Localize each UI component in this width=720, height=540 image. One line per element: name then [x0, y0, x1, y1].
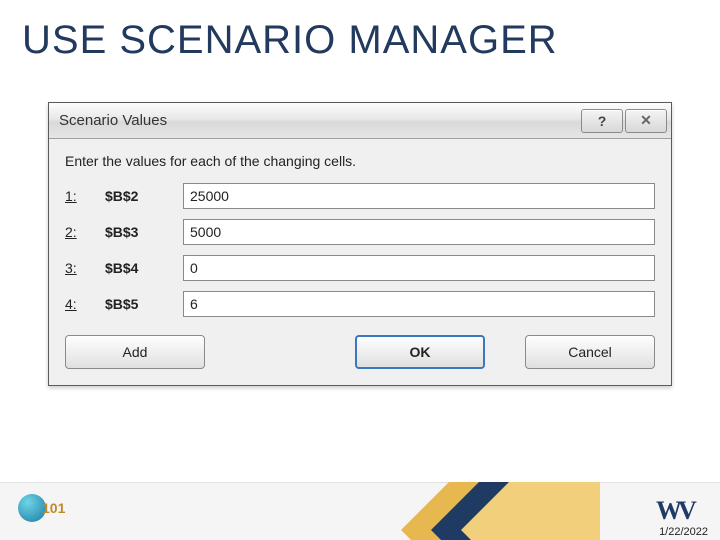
cell-reference: $B$5 — [105, 296, 183, 312]
row-index-label: 1: — [65, 188, 105, 204]
footer-chevron-graphic — [300, 482, 600, 540]
add-button[interactable]: Add — [65, 335, 205, 369]
cell-value-input[interactable] — [183, 291, 655, 317]
scenario-row: 4: $B$5 — [65, 291, 655, 317]
cell-reference: $B$4 — [105, 260, 183, 276]
wv-logo: WV — [656, 496, 696, 526]
dialog-body: Enter the values for each of the changin… — [49, 139, 671, 385]
row-index-label: 3: — [65, 260, 105, 276]
course-number: 101 — [42, 500, 65, 516]
ok-button[interactable]: OK — [355, 335, 485, 369]
scenario-row: 3: $B$4 — [65, 255, 655, 281]
close-icon: ✕ — [640, 112, 652, 129]
cell-value-input[interactable] — [183, 219, 655, 245]
cell-reference: $B$3 — [105, 224, 183, 240]
slide-footer: 101 WV 1/22/2022 — [0, 482, 720, 540]
cell-value-input[interactable] — [183, 255, 655, 281]
slide-date: 1/22/2022 — [659, 526, 708, 538]
dialog-button-row: Add OK Cancel — [65, 335, 655, 369]
course-logo: 101 — [18, 494, 66, 530]
cell-value-input[interactable] — [183, 183, 655, 209]
cancel-button[interactable]: Cancel — [525, 335, 655, 369]
help-icon: ? — [598, 113, 607, 129]
help-button[interactable]: ? — [581, 109, 623, 133]
scenario-values-dialog: Scenario Values ? ✕ Enter the values for… — [48, 102, 672, 386]
scenario-row: 1: $B$2 — [65, 183, 655, 209]
slide-title: USE SCENARIO MANAGER — [22, 18, 558, 63]
wv-glyph: WV — [656, 496, 693, 525]
dialog-instruction: Enter the values for each of the changin… — [65, 153, 655, 169]
cell-reference: $B$2 — [105, 188, 183, 204]
row-index-label: 2: — [65, 224, 105, 240]
close-button[interactable]: ✕ — [625, 109, 667, 133]
dialog-titlebar: Scenario Values ? ✕ — [49, 103, 671, 139]
dialog-title: Scenario Values — [59, 112, 579, 129]
scenario-row: 2: $B$3 — [65, 219, 655, 245]
row-index-label: 4: — [65, 296, 105, 312]
